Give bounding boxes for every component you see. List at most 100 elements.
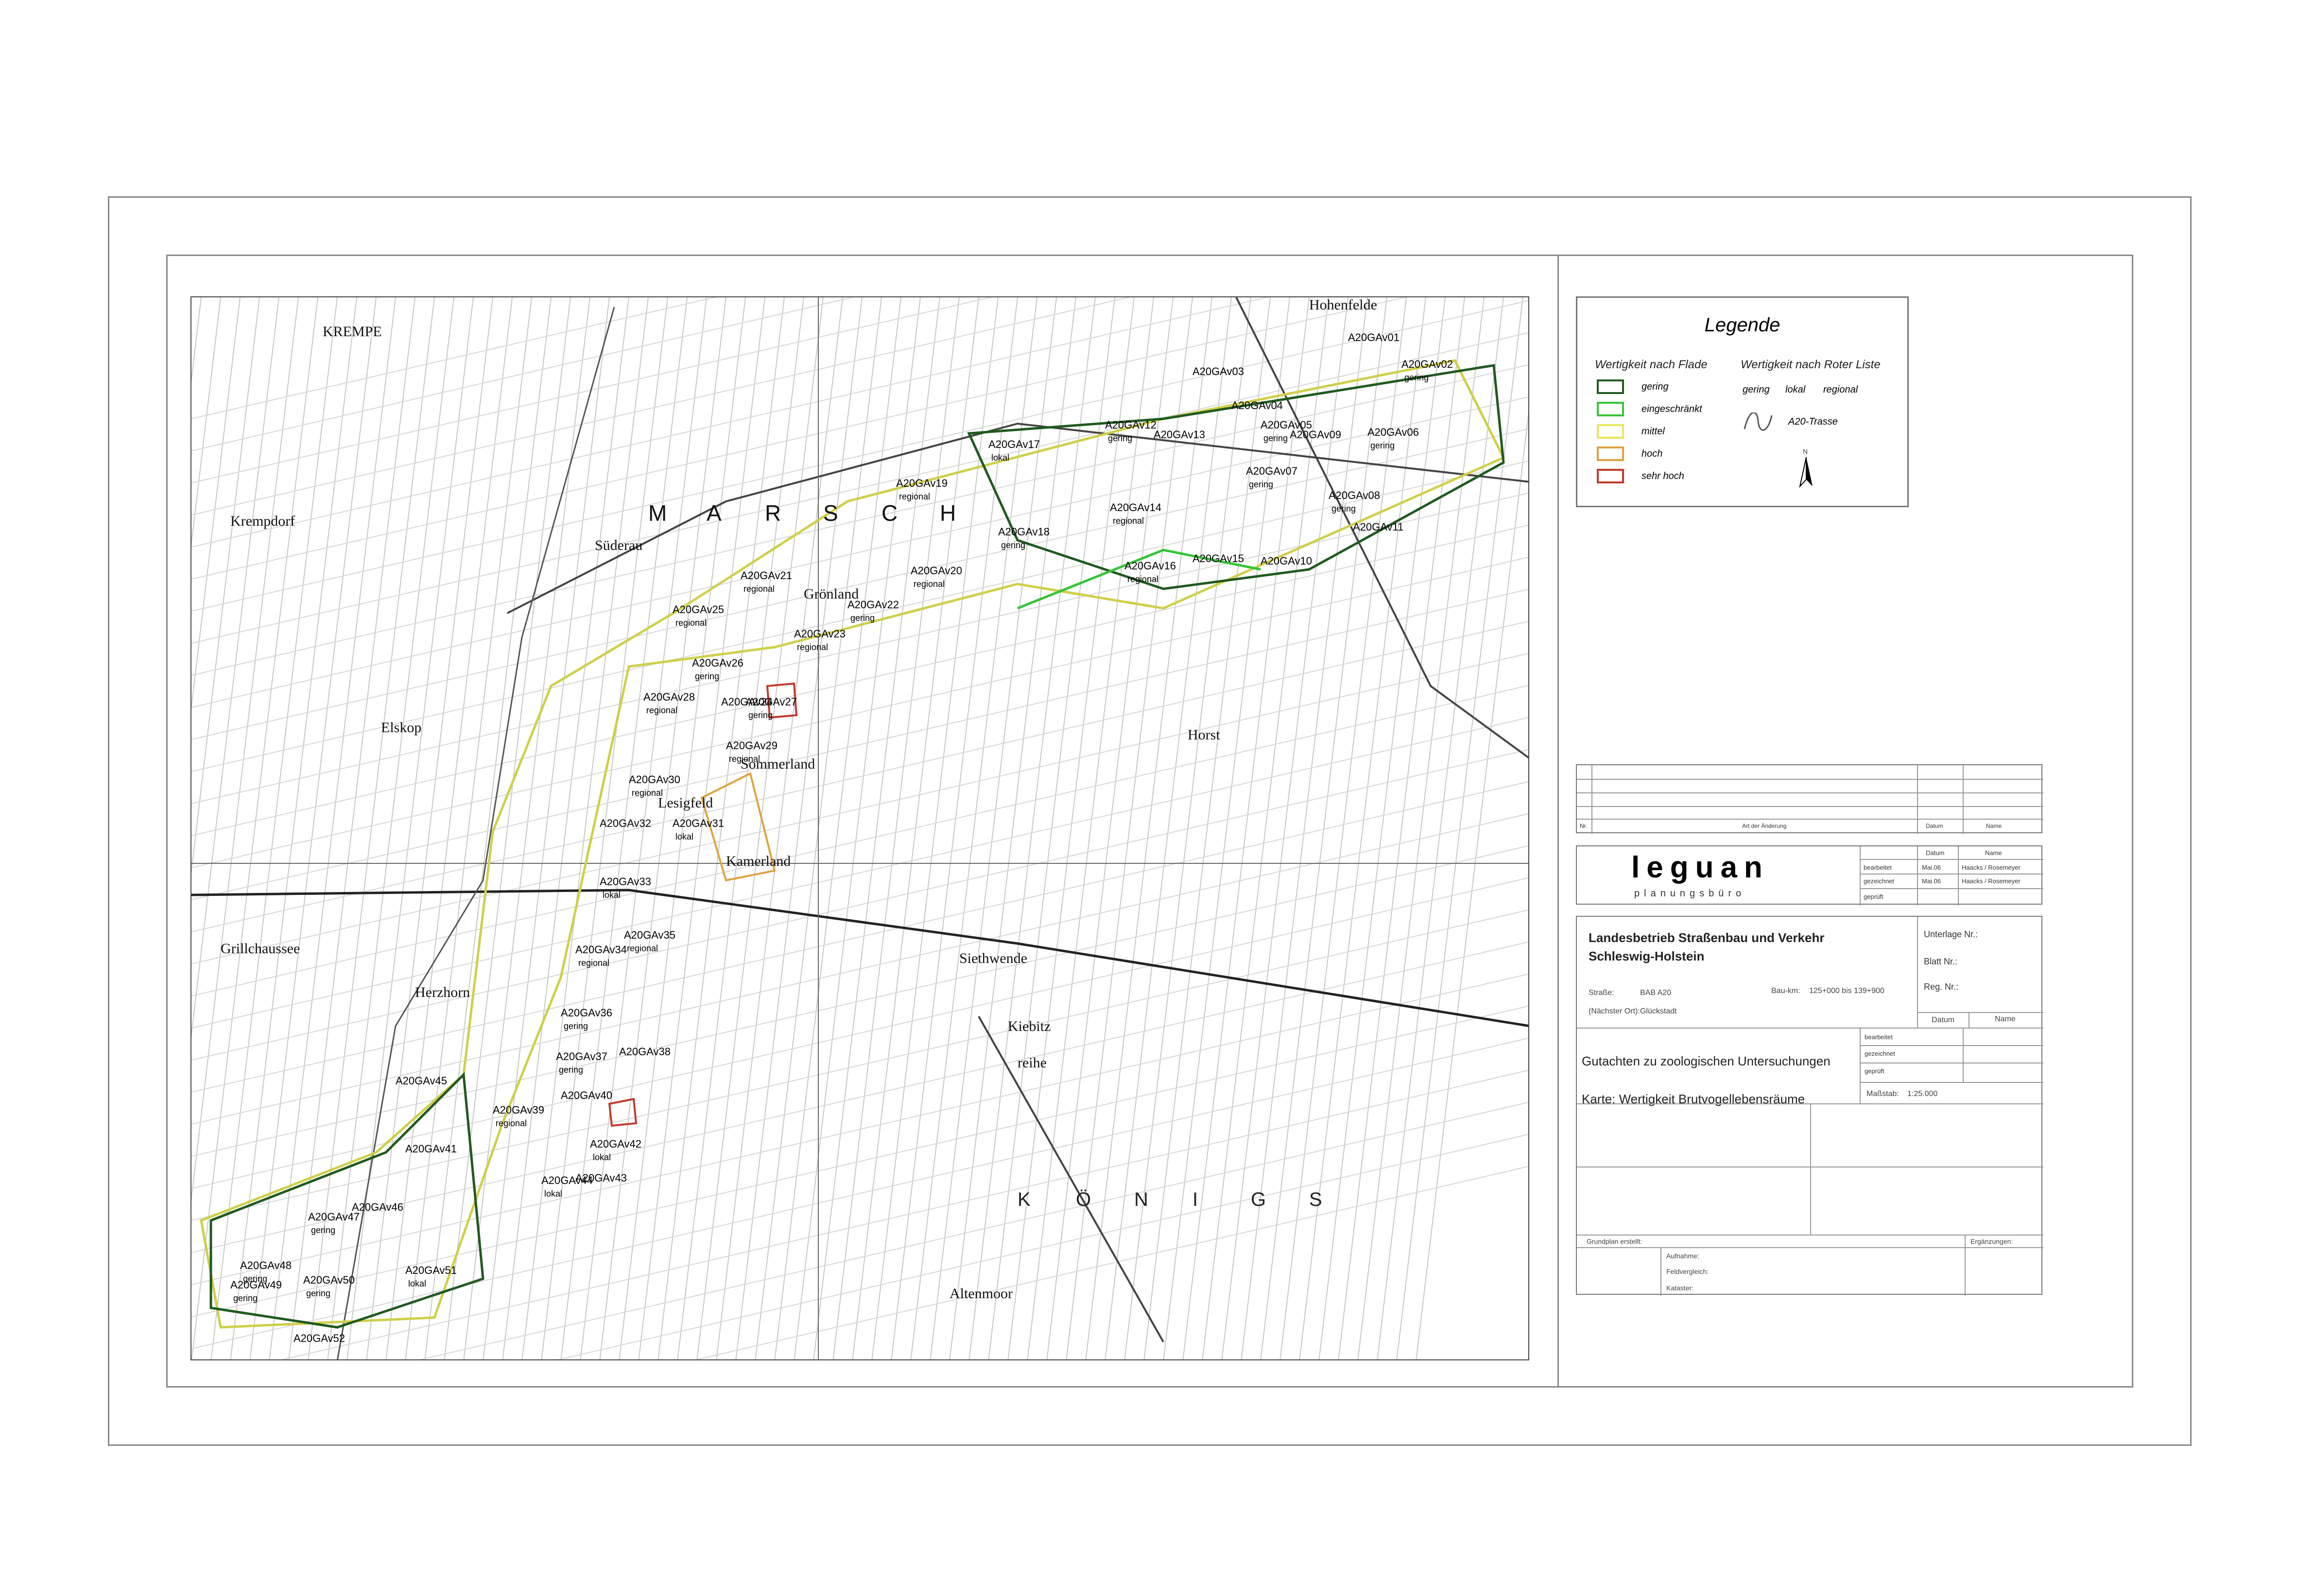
area-rating-a20gav21: regional <box>743 584 775 594</box>
area-rating-a20gav26: gering <box>695 671 719 681</box>
legend-header-rote-liste: Wertigkeit nach Roter Liste <box>1741 358 1881 371</box>
region-letter-koenigs: N <box>1134 1189 1148 1210</box>
place-name-label: Herzhorn <box>415 984 470 1000</box>
region-letter-marsch: C <box>881 500 898 526</box>
legend-level-regional: regional <box>1823 384 1858 395</box>
legend-swatch-mittel <box>1597 424 1624 439</box>
authority-line2: Schleswig-Holstein <box>1589 949 1705 963</box>
area-label-a20gav44: A20GAv44 <box>541 1174 593 1186</box>
place-name-label: Kiebitz <box>1008 1018 1051 1034</box>
area-label-a20gav13: A20GAv13 <box>1154 429 1205 441</box>
place-name-label: reihe <box>1018 1055 1047 1071</box>
area-rating-a20gav17: lokal <box>991 453 1009 463</box>
trasse-symbol-icon <box>1744 412 1773 431</box>
office-date-bearbeitet: Mai.06 <box>1922 864 1941 871</box>
area-rating-a20gav16: regional <box>1127 574 1158 584</box>
base-map-field-line <box>191 749 1528 1061</box>
area-rating-a20gav12: gering <box>1108 433 1132 443</box>
revision-col-change: Art der Änderung <box>1742 823 1787 829</box>
aufnahme-label: Aufnahme: <box>1666 1252 1699 1260</box>
legend-swatch-sehr-hoch <box>1597 469 1624 483</box>
region-letter-koenigs: Ö <box>1076 1189 1091 1210</box>
area-label-a20gav35: A20GAv35 <box>624 929 675 941</box>
area-label-a20gav20: A20GAv20 <box>911 565 962 577</box>
area-rating-a20gav06: gering <box>1370 441 1395 450</box>
area-label-a20gav07: A20GAv07 <box>1246 465 1297 477</box>
area-label-a20gav10: A20GAv10 <box>1261 555 1312 567</box>
area-label-a20gav03: A20GAv03 <box>1192 365 1244 378</box>
area-rating-a20gav51: lokal <box>408 1279 426 1288</box>
base-map-field-line <box>191 1037 1528 1349</box>
area-label-a20gav49: A20GAv49 <box>230 1279 282 1291</box>
area-label-a20gav33: A20GAv33 <box>600 875 651 888</box>
frame-divider <box>1557 255 1559 1388</box>
area-label-a20gav39: A20GAv39 <box>493 1104 544 1116</box>
area-label-a20gav45: A20GAv45 <box>396 1075 447 1087</box>
area-rating-a20gav14: regional <box>1113 516 1144 526</box>
grundplan-label: Grundplan erstellt: <box>1587 1237 1642 1245</box>
base-map-field-line <box>1377 297 1504 1359</box>
place-name-label: Krempdorf <box>230 513 295 529</box>
area-label-a20gav34: A20GAv34 <box>575 944 627 956</box>
place-name-label: Kamerland <box>726 853 791 869</box>
office-name-gezeichnet: Haacks / Rosemeyer <box>1962 877 2021 885</box>
area-label-a20gav32: A20GAv32 <box>600 817 651 829</box>
area-rating-a20gav28: regional <box>646 705 677 715</box>
railway-line <box>191 889 1528 1027</box>
area-label-a20gav08: A20GAv08 <box>1329 489 1380 501</box>
baukm-label: Bau-km: <box>1771 987 1800 995</box>
base-map-field-line <box>695 1166 1528 1359</box>
map-svg: KREMPEKrempdorfSüderauElskopSommerlandHe… <box>191 297 1528 1359</box>
area-label-a20gav52: A20GAv52 <box>294 1332 345 1344</box>
feldvergleich-label: Feldvergleich: <box>1666 1268 1709 1275</box>
unterlage-label: Unterlage Nr.: <box>1924 929 1978 939</box>
legend-trasse-label: A20-Trasse <box>1788 416 1838 427</box>
base-map-field-line <box>191 364 1528 676</box>
office-role-gezeichnet: gezeichnet <box>1864 877 1894 885</box>
area-rating-a20gav08: gering <box>1331 504 1356 514</box>
base-map-field-line <box>191 652 1528 964</box>
map-title: Karte: Wertigkeit Brutvogellebensräume <box>1582 1092 1805 1106</box>
area-label-a20gav50: A20GAv50 <box>303 1274 355 1286</box>
legend-swatch-hoch <box>1597 446 1624 461</box>
area-rating-a20gav20: regional <box>914 579 945 589</box>
area-rating-a20gav02: gering <box>1404 373 1429 382</box>
office-name-bearbeitet: Haacks / Rosemeyer <box>1962 864 2021 871</box>
base-map-field-line <box>191 813 1528 1125</box>
area-label-a20gav29: A20GAv29 <box>726 739 778 752</box>
authority-line1: Landesbetrieb Straßenbau und Verkehr <box>1589 930 1825 945</box>
area-rating-a20gav29: regional <box>729 754 760 764</box>
legend-label-eingeschraenkt: eingeschränkt <box>1641 404 1702 414</box>
area-label-a20gav04: A20GAv04 <box>1231 399 1283 412</box>
legend-panel: Legende Wertigkeit nach Flade Wertigkeit… <box>1576 296 1909 507</box>
place-name-label: Elskop <box>381 720 421 736</box>
base-map-field-line <box>191 297 299 1202</box>
area-label-a20gav14: A20GAv14 <box>1110 501 1161 514</box>
area-rating-a20gav07: gering <box>1249 480 1273 489</box>
base-map-field-line <box>191 877 1528 1189</box>
region-letter-marsch: R <box>765 500 781 526</box>
area-rating-a20gav33: lokal <box>603 890 621 900</box>
region-letter-marsch: A <box>707 500 722 526</box>
area-label-a20gav38: A20GAv38 <box>619 1046 671 1058</box>
baukm-value: 125+000 bis 139+900 <box>1809 987 1884 995</box>
area-rating-a20gav23: regional <box>797 642 828 652</box>
north-arrow-icon <box>1799 457 1813 488</box>
area-label-a20gav26: A20GAv26 <box>692 657 743 669</box>
area-rating-a20gav05: gering <box>1263 433 1288 443</box>
strasse-label: Straße: <box>1589 989 1614 997</box>
base-map-field-line <box>191 717 1528 1029</box>
office-role-bearbeitet: bearbeitet <box>1864 864 1892 871</box>
base-map-field-line <box>1182 297 1310 1359</box>
map-canvas[interactable]: KREMPE Krempdorf Süderau Elskop Sommerland He… <box>190 296 1529 1360</box>
area-label-a20gav21: A20GAv21 <box>741 569 792 582</box>
base-map-field-line <box>949 297 1076 1359</box>
base-map-field-line <box>1105 297 1232 1359</box>
approval-bearbeitet: bearbeitet <box>1865 1033 1893 1041</box>
scale-value: 1:25.000 <box>1907 1090 1938 1098</box>
base-map-field-line <box>735 297 863 1359</box>
revision-table: Nr. Art der Änderung Datum Name <box>1576 764 2043 834</box>
area-label-a20gav36: A20GAv36 <box>561 1007 612 1019</box>
base-map-field-line <box>716 297 843 1359</box>
area-label-a20gav37: A20GAv37 <box>556 1050 607 1063</box>
